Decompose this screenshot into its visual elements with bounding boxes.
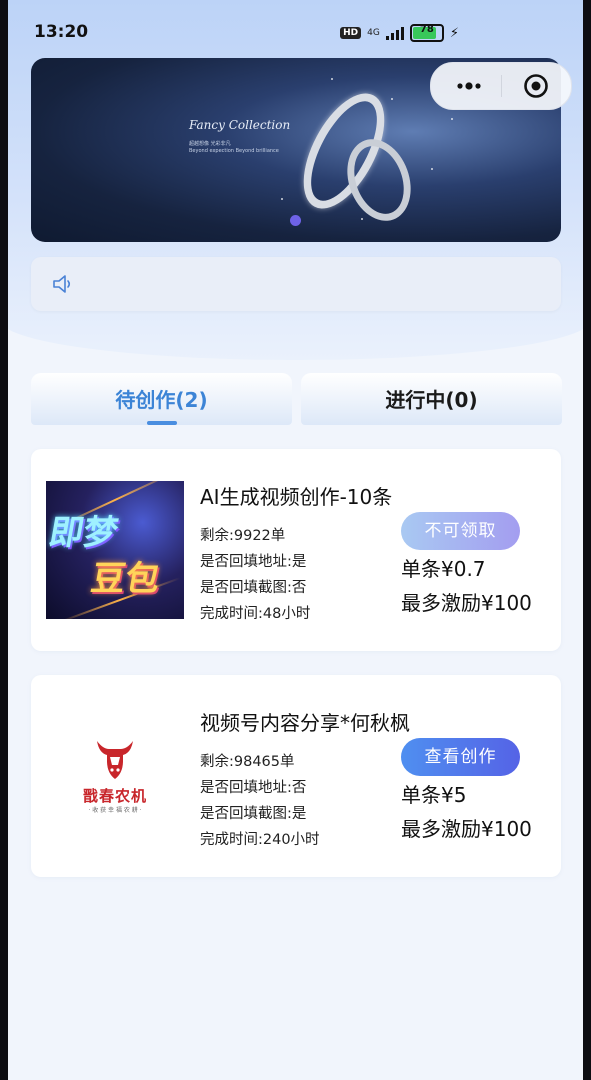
miniprogram-capsule [430,62,572,110]
task-tabs: 待创作(2) 进行中(0) [31,373,563,427]
brand-logo-text: 戬春农机 [82,787,147,805]
notice-bar[interactable] [31,257,561,311]
task-reward: 最多激励¥100 [401,591,532,615]
carousel-indicator-dot[interactable] [290,215,301,226]
claim-button-disabled[interactable]: 不可领取 [401,512,520,550]
active-tab-indicator [147,421,177,425]
view-creation-button[interactable]: 查看创作 [401,738,520,776]
task-price: 单条¥0.7 [401,557,486,581]
task-card[interactable]: 即梦 豆包 AI生成视频创作-10条 剩余:9922单 是否回填地址:是 是否回… [31,449,561,651]
task-duration: 完成时间:48小时 [200,606,311,622]
task-fill-screenshot: 是否回填截图:否 [200,580,307,596]
banner-subtitle-en: Beyond expection Beyond brilliance [189,148,279,154]
thumbnail-text: 即梦 [46,513,121,553]
right-edge [583,0,591,1080]
task-remaining: 剩余:98465单 [200,754,295,770]
task-duration: 完成时间:240小时 [200,832,320,848]
brand-slogan: · 收 获 幸 福 农 耕 · [88,807,142,814]
battery-level: 78 [419,24,434,35]
banner-subtitle: 超越想像 光彩非凡 [189,141,231,147]
tab-in-progress[interactable]: 进行中(0) [301,373,562,425]
status-icons: HD 4G 78 ⚡ [340,24,459,42]
task-card[interactable]: 戬春农机 · 收 获 幸 福 农 耕 · 视频号内容分享*何秋枫 剩余:9846… [31,675,561,877]
bull-logo-icon [97,741,133,779]
task-thumbnail: 戬春农机 · 收 获 幸 福 农 耕 · [46,707,184,845]
task-title: AI生成视频创作-10条 [200,485,393,509]
signal-icon [385,26,404,40]
left-edge [0,0,8,1080]
speaker-icon [53,275,71,293]
thumbnail-text: 豆包 [87,559,163,599]
status-time: 13:20 [34,22,89,42]
task-fill-address: 是否回填地址:是 [200,554,307,570]
task-fill-address: 是否回填地址:否 [200,780,307,796]
tab-pending[interactable]: 待创作(2) [31,373,292,425]
more-icon[interactable] [451,75,487,97]
charging-icon: ⚡ [449,25,459,41]
battery-icon: 78 [409,24,444,42]
network-label: 4G [367,27,380,38]
close-target-icon[interactable] [523,73,549,99]
task-reward: 最多激励¥100 [401,817,532,841]
task-title: 视频号内容分享*何秋枫 [200,711,410,735]
task-price: 单条¥5 [401,783,467,807]
hd-icon: HD [340,27,362,39]
task-thumbnail: 即梦 豆包 [46,481,184,619]
status-bar: 13:20 HD 4G 78 ⚡ [0,0,591,60]
capsule-divider [501,75,502,97]
task-fill-screenshot: 是否回填截图:是 [200,806,307,822]
task-remaining: 剩余:9922单 [200,528,286,544]
banner-title: Fancy Collection [189,118,291,132]
